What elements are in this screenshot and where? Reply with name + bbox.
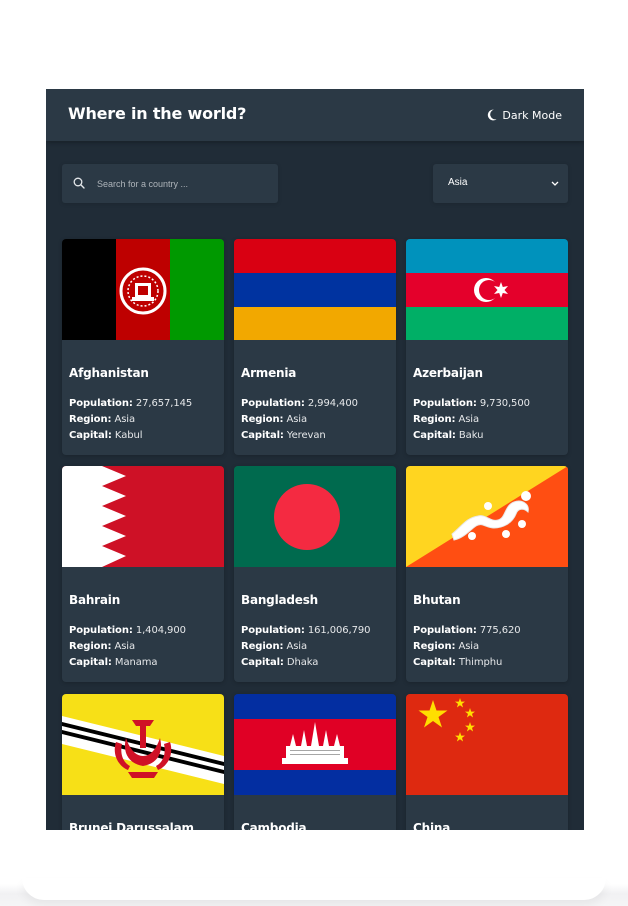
capital-row: Capital: Dhaka [241, 657, 318, 668]
moon-icon [488, 109, 498, 121]
capital-label: Capital: [413, 430, 456, 441]
page-bottom-panel [22, 878, 606, 900]
capital-value: Kabul [114, 430, 143, 441]
country-card[interactable]: Afghanistan Population: 27,657,145 Regio… [62, 239, 224, 455]
population-label: Population: [241, 625, 305, 636]
region-value: Asia [114, 641, 136, 652]
flag-bangladesh [234, 466, 396, 567]
population-label: Population: [69, 625, 133, 636]
app-header: Where in the world? Dark Mode [46, 89, 584, 141]
country-name: Afghanistan [69, 366, 149, 380]
region-label: Region: [413, 414, 456, 425]
region-row: Region: Asia [241, 641, 307, 652]
region-value: Asia [286, 414, 308, 425]
region-value: Asia [458, 414, 480, 425]
country-card[interactable]: Brunei Darussalam [62, 694, 224, 830]
region-row: Region: Asia [413, 641, 479, 652]
country-card[interactable]: Cambodia [234, 694, 396, 830]
capital-value: Dhaka [286, 657, 319, 668]
chevron-down-icon [551, 181, 559, 186]
capital-row: Capital: Kabul [69, 430, 143, 441]
country-name: Bahrain [69, 593, 121, 607]
capital-label: Capital: [241, 430, 284, 441]
population-row: Population: 2,994,400 [241, 398, 358, 409]
capital-label: Capital: [241, 657, 284, 668]
country-name: Cambodia [241, 821, 307, 830]
population-label: Population: [413, 625, 477, 636]
population-label: Population: [69, 398, 133, 409]
country-name: China [413, 821, 451, 830]
country-card[interactable]: Bahrain Population: 1,404,900 Region: As… [62, 466, 224, 682]
population-value: 161,006,790 [307, 625, 371, 636]
country-card[interactable]: Bhutan Population: 775,620 Region: Asia … [406, 466, 568, 682]
capital-value: Thimphu [458, 657, 503, 668]
population-row: Population: 161,006,790 [241, 625, 370, 636]
country-card[interactable]: Armenia Population: 2,994,400 Region: As… [234, 239, 396, 455]
country-name: Bangladesh [241, 593, 319, 607]
app-title: Where in the world? [68, 104, 247, 123]
flag-china [406, 694, 568, 795]
country-card[interactable]: China [406, 694, 568, 830]
country-name: Brunei Darussalam [69, 821, 194, 830]
capital-value: Yerevan [286, 430, 326, 441]
capital-value: Baku [458, 430, 484, 441]
flag-bahrain [62, 466, 224, 567]
region-row: Region: Asia [69, 414, 135, 425]
capital-row: Capital: Baku [413, 430, 483, 441]
population-value: 2,994,400 [307, 398, 358, 409]
region-filter-value: Asia [448, 177, 468, 188]
region-row: Region: Asia [241, 414, 307, 425]
region-filter[interactable]: Asia [433, 164, 568, 203]
country-card[interactable]: Bangladesh Population: 161,006,790 Regio… [234, 466, 396, 682]
flag-afghanistan [62, 239, 224, 340]
population-row: Population: 9,730,500 [413, 398, 530, 409]
population-label: Population: [241, 398, 305, 409]
region-label: Region: [413, 641, 456, 652]
capital-label: Capital: [69, 657, 112, 668]
search-box[interactable] [62, 164, 278, 203]
flag-azerbaijan [406, 239, 568, 340]
region-label: Region: [69, 414, 112, 425]
region-value: Asia [458, 641, 480, 652]
country-name: Azerbaijan [413, 366, 483, 380]
country-name: Bhutan [413, 593, 461, 607]
region-label: Region: [241, 414, 284, 425]
population-label: Population: [413, 398, 477, 409]
region-row: Region: Asia [69, 641, 135, 652]
capital-label: Capital: [69, 430, 112, 441]
country-card[interactable]: Azerbaijan Population: 9,730,500 Region:… [406, 239, 568, 455]
capital-row: Capital: Thimphu [413, 657, 502, 668]
dark-mode-label: Dark Mode [502, 108, 562, 122]
search-input[interactable] [95, 173, 275, 195]
region-value: Asia [114, 414, 136, 425]
capital-row: Capital: Yerevan [241, 430, 326, 441]
flag-bhutan [406, 466, 568, 567]
region-label: Region: [69, 641, 112, 652]
capital-value: Manama [114, 657, 158, 668]
region-label: Region: [241, 641, 284, 652]
search-icon [73, 177, 85, 189]
region-value: Asia [286, 641, 308, 652]
dark-mode-toggle[interactable]: Dark Mode [487, 107, 562, 123]
flag-armenia [234, 239, 396, 340]
flag-brunei [62, 694, 224, 795]
region-row: Region: Asia [413, 414, 479, 425]
population-row: Population: 1,404,900 [69, 625, 186, 636]
population-value: 27,657,145 [135, 398, 193, 409]
capital-row: Capital: Manama [69, 657, 158, 668]
app-window: Where in the world? Dark Mode Asia [46, 89, 584, 830]
country-name: Armenia [241, 366, 297, 380]
capital-label: Capital: [413, 657, 456, 668]
population-value: 9,730,500 [479, 398, 530, 409]
population-value: 1,404,900 [135, 625, 186, 636]
population-row: Population: 775,620 [413, 625, 521, 636]
population-row: Population: 27,657,145 [69, 398, 192, 409]
flag-cambodia [234, 694, 396, 795]
population-value: 775,620 [479, 625, 521, 636]
